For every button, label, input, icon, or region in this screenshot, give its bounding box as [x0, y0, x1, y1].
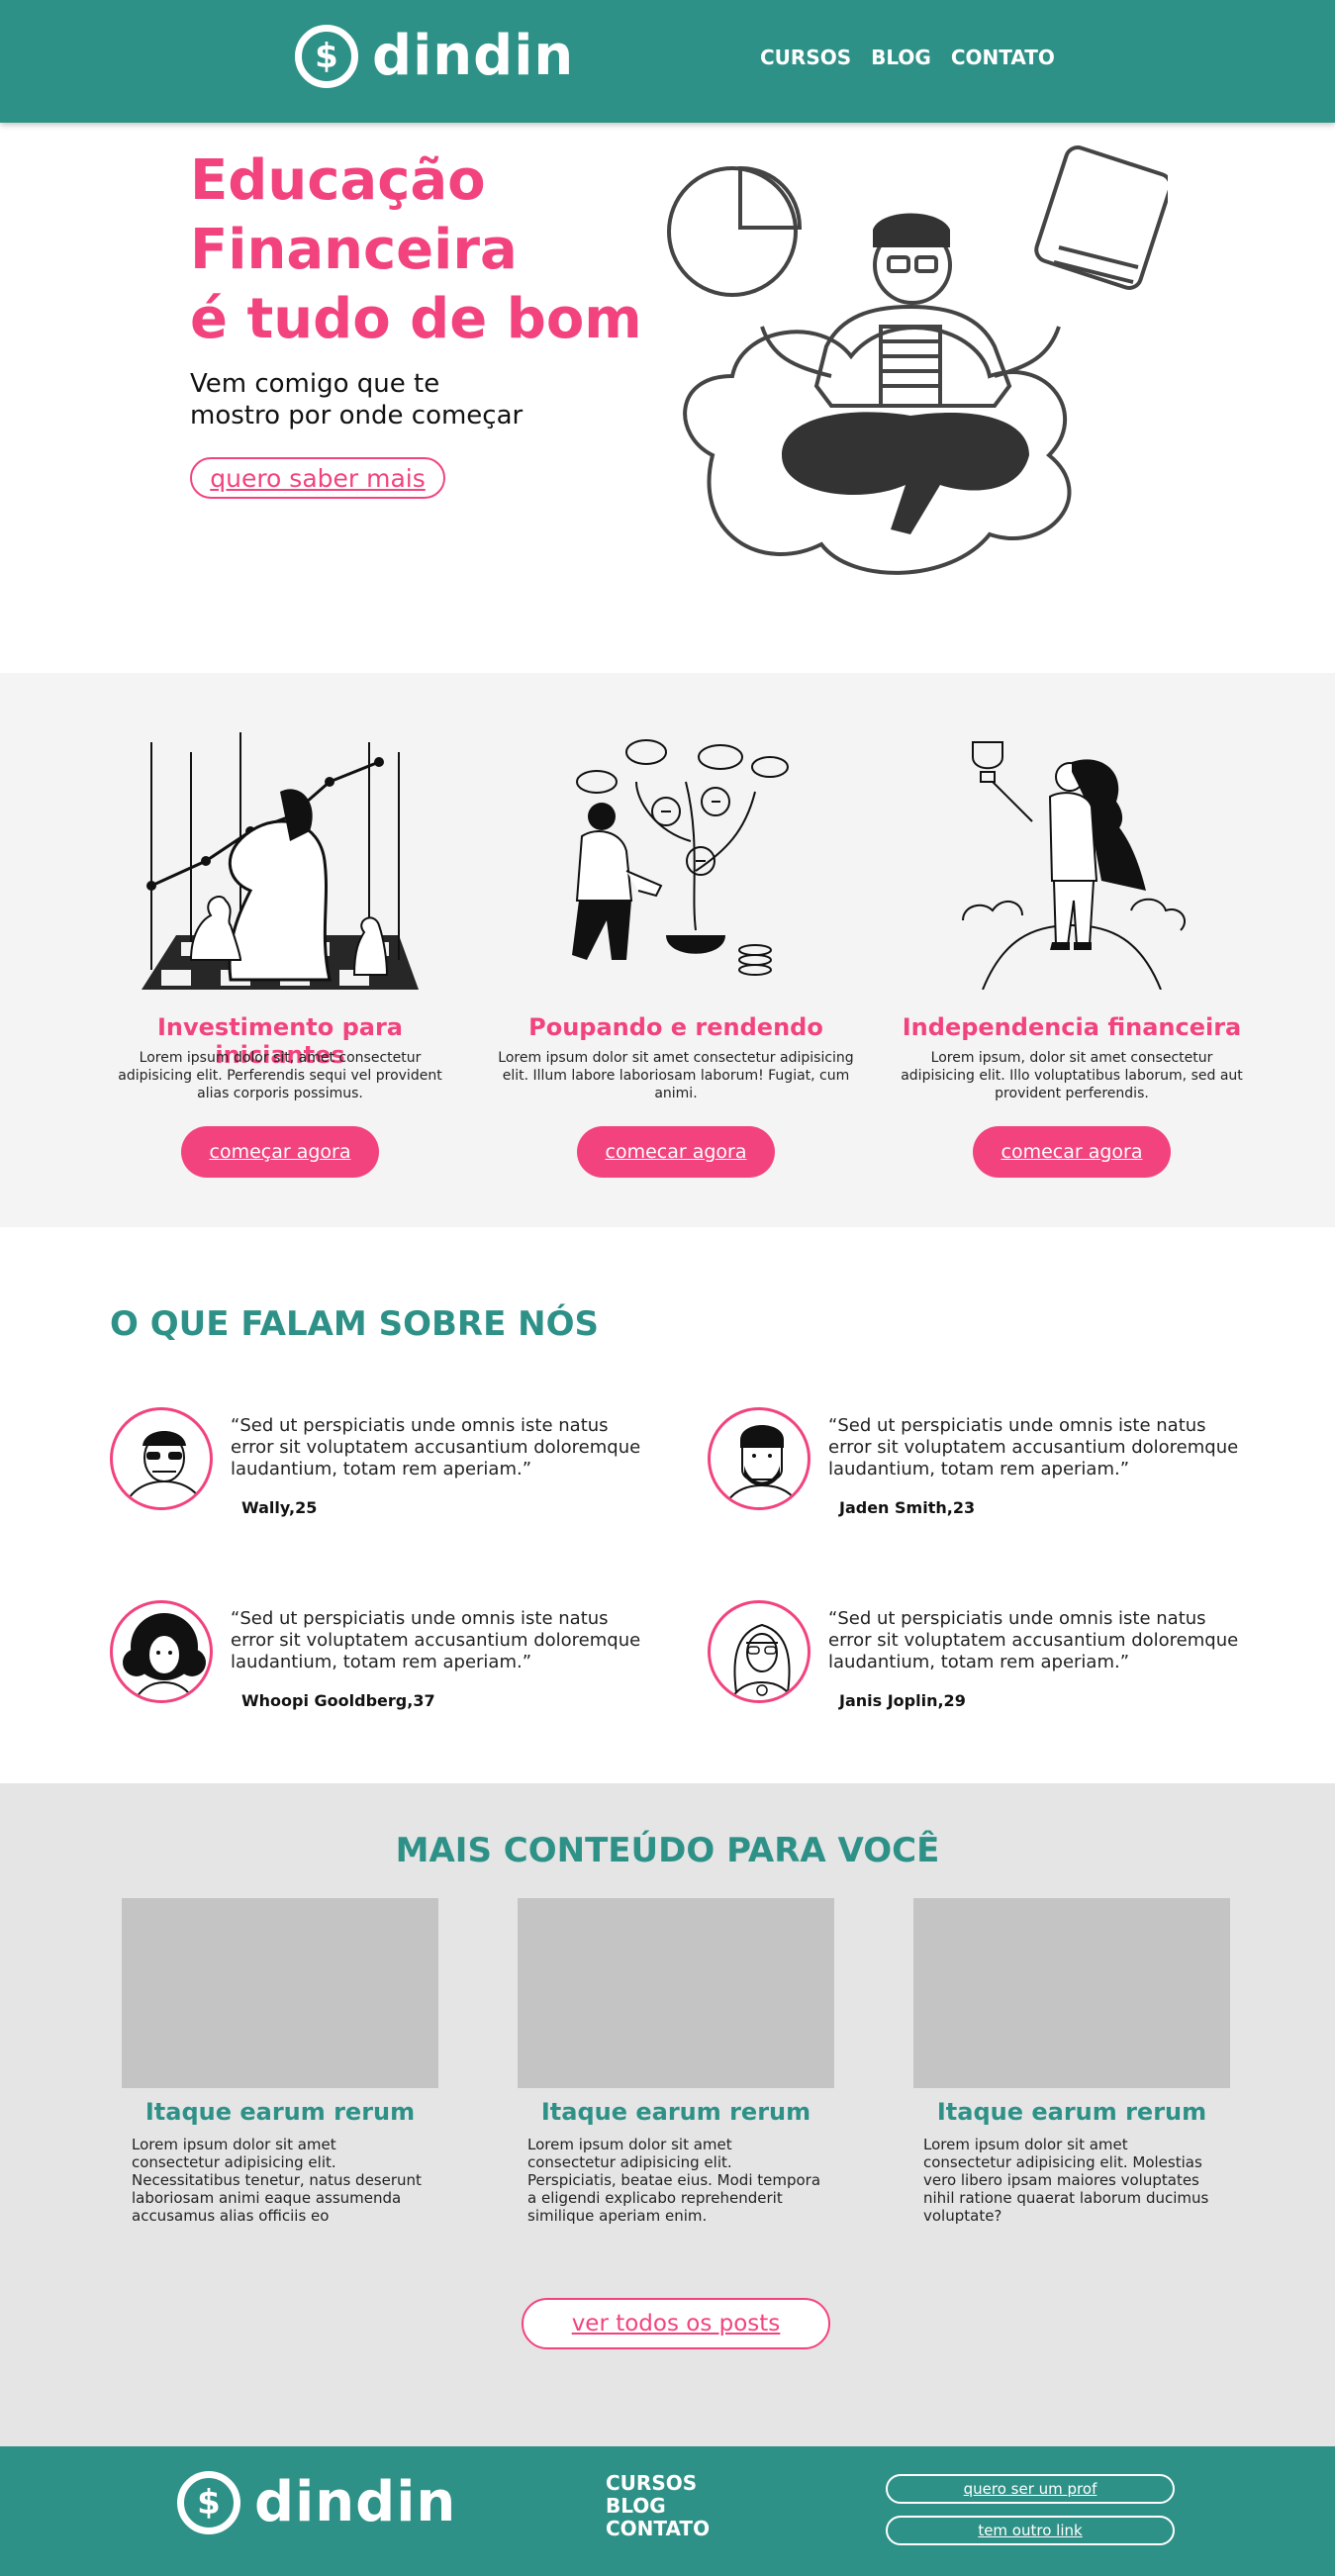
- site-header: $ dindin CURSOS BLOG CONTATO: [0, 0, 1335, 123]
- testimonial: “Sed ut perspiciatis unde omnis iste nat…: [110, 1600, 664, 1749]
- footer-nav: CURSOS BLOG CONTATO: [606, 2472, 710, 2540]
- feature-desc: Lorem ipsum dolor sit amet consectetur a…: [498, 1050, 854, 1101]
- post-desc: Lorem ipsum dolor sit amet consectetur a…: [923, 2136, 1209, 2225]
- feature-card: Poupando e rendendo Lorem ipsum dolor si…: [488, 673, 864, 1227]
- feature-desc: Lorem ipsum, dolor sit amet consectetur …: [901, 1050, 1243, 1101]
- testimonial: “Sed ut perspiciatis unde omnis iste nat…: [110, 1407, 664, 1556]
- feature-start-button[interactable]: começar agora: [181, 1126, 379, 1178]
- footer-nav-blog[interactable]: BLOG: [606, 2495, 710, 2518]
- feature-card: Independencia financeira Lorem ipsum, do…: [884, 673, 1260, 1227]
- post-card[interactable]: Itaque earum rerum Lorem ipsum dolor sit…: [122, 1898, 438, 2225]
- feature-title: Independencia financeira: [902, 1013, 1242, 1041]
- post-title: Itaque earum rerum: [540, 2098, 811, 2126]
- post-image-placeholder: [122, 1898, 438, 2088]
- feature-start-button[interactable]: comecar agora: [973, 1126, 1171, 1178]
- feature-card: Investimento para iniciantes Lorem ipsum…: [92, 673, 468, 1227]
- more-content-section: MAIS CONTEÚDO PARA VOCÊ Itaque earum rer…: [0, 1783, 1335, 2446]
- brand-name: dindin: [372, 24, 575, 88]
- site-footer: $ dindin CURSOS BLOG CONTATO quero ser u…: [0, 2446, 1335, 2576]
- testimonial-author: Jaden Smith,23: [839, 1498, 976, 1517]
- nav-cursos[interactable]: CURSOS: [760, 46, 851, 69]
- nav-blog[interactable]: BLOG: [871, 46, 931, 69]
- footer-nav-contato[interactable]: CONTATO: [606, 2518, 710, 2540]
- post-title: Itaque earum rerum: [936, 2098, 1207, 2126]
- all-posts-button[interactable]: ver todos os posts: [522, 2298, 830, 2349]
- post-desc: Lorem ipsum dolor sit amet consectetur a…: [527, 2136, 821, 2225]
- testimonial-author: Whoopi Gooldberg,37: [241, 1691, 435, 1710]
- post-card[interactable]: Itaque earum rerum Lorem ipsum dolor sit…: [518, 1898, 834, 2225]
- testimonial-quote: “Sed ut perspiciatis unde omnis iste nat…: [828, 1415, 1239, 1479]
- hero-subtitle: Vem comigo que te mostro por onde começa…: [190, 369, 524, 430]
- testimonial-quote: “Sed ut perspiciatis unde omnis iste nat…: [231, 1415, 641, 1479]
- testimonial: “Sed ut perspiciatis unde omnis iste nat…: [708, 1600, 1262, 1749]
- footer-brand-logo[interactable]: $ dindin: [177, 2470, 456, 2534]
- testimonial-author: Wally,25: [241, 1498, 318, 1517]
- post-desc: Lorem ipsum dolor sit amet consectetur a…: [132, 2136, 422, 2225]
- footer-brand-name: dindin: [254, 2470, 457, 2534]
- avatar-curly-hair-icon: [110, 1600, 213, 1703]
- dollar-bubble-icon: $: [177, 2470, 240, 2534]
- become-teacher-button[interactable]: quero ser um prof: [886, 2474, 1175, 2504]
- testimonial-quote: “Sed ut perspiciatis unde omnis iste nat…: [828, 1608, 1239, 1672]
- hero-meditating-person-icon: [667, 145, 1168, 575]
- brand-logo[interactable]: $ dindin: [295, 24, 574, 88]
- nav-contato[interactable]: CONTATO: [951, 46, 1055, 69]
- feature-title: Poupando e rendendo: [528, 1013, 823, 1041]
- chess-knight-icon: [142, 732, 419, 990]
- testimonial-quote: “Sed ut perspiciatis unde omnis iste nat…: [231, 1608, 641, 1672]
- avatar-cap-sunglasses-icon: [110, 1407, 213, 1510]
- avatar-long-hair-icon: [708, 1600, 811, 1703]
- more-content-title: MAIS CONTEÚDO PARA VOCÊ: [395, 1831, 940, 1870]
- footer-nav-cursos[interactable]: CURSOS: [606, 2472, 710, 2495]
- testimonial: “Sed ut perspiciatis unde omnis iste nat…: [708, 1407, 1262, 1556]
- testimonial-author: Janis Joplin,29: [839, 1691, 966, 1710]
- main-nav: CURSOS BLOG CONTATO: [760, 46, 1055, 69]
- feature-desc: Lorem ipsum dolor sit, amet consectetur …: [118, 1050, 442, 1101]
- post-title: Itaque earum rerum: [144, 2098, 416, 2126]
- dollar-bubble-icon: $: [295, 24, 358, 88]
- other-link-button[interactable]: tem outro link: [886, 2516, 1175, 2545]
- post-image-placeholder: [913, 1898, 1230, 2088]
- testimonials-title: O QUE FALAM SOBRE NÓS: [110, 1304, 599, 1344]
- hero-cta-button[interactable]: quero saber mais: [190, 457, 445, 499]
- post-card[interactable]: Itaque earum rerum Lorem ipsum dolor sit…: [913, 1898, 1230, 2225]
- avatar-beard-icon: [708, 1407, 811, 1510]
- money-tree-icon: [572, 739, 789, 976]
- post-image-placeholder: [518, 1898, 834, 2088]
- feature-start-button[interactable]: comecar agora: [577, 1126, 775, 1178]
- hero-title: Educação Financeira é tudo de bom: [190, 148, 642, 351]
- features-section: Investimento para iniciantes Lorem ipsum…: [0, 673, 1335, 1227]
- trophy-hero-icon: [962, 741, 1186, 990]
